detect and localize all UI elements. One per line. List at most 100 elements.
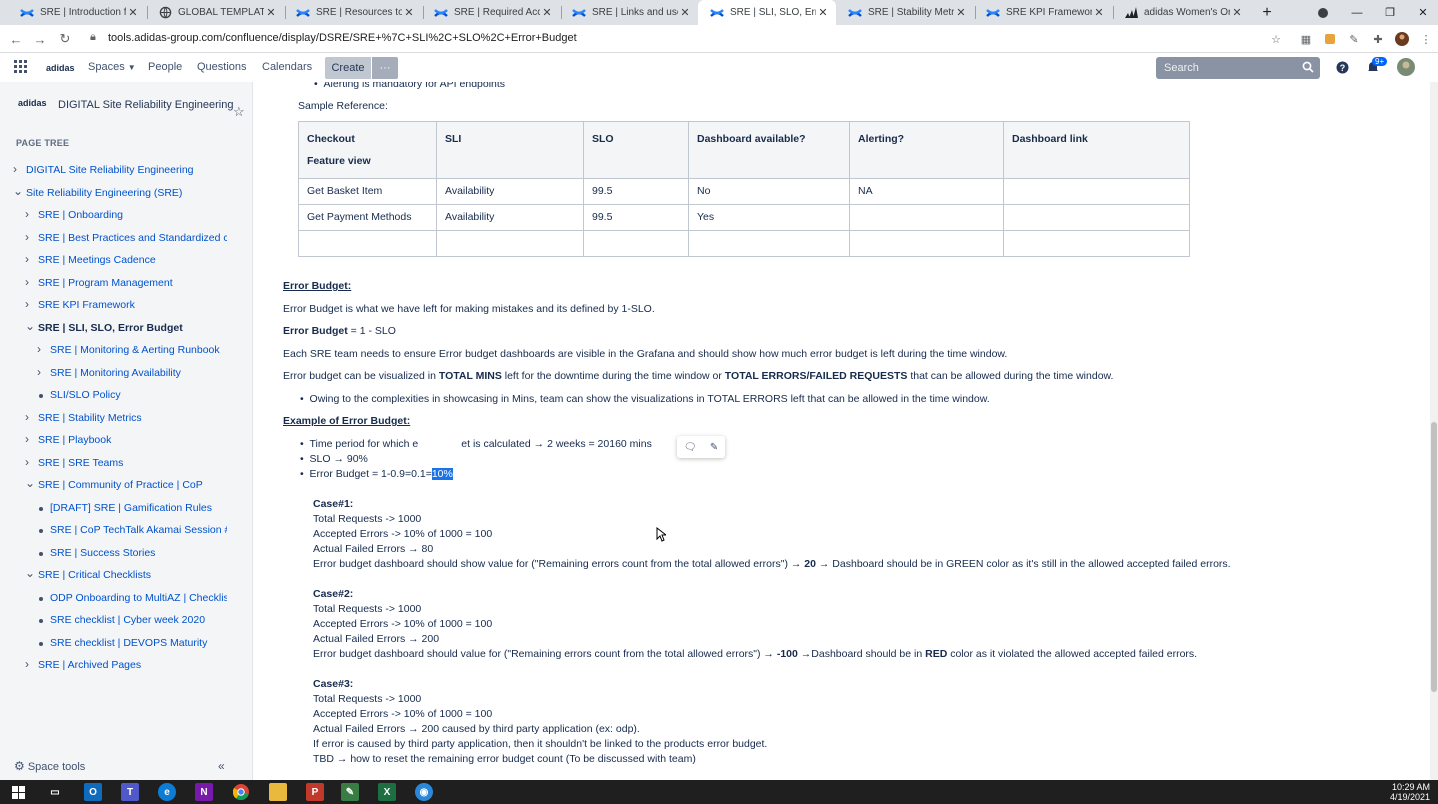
app-icon[interactable]: P [306,783,324,801]
close-icon[interactable]: ✕ [126,6,140,19]
chevron-right-icon[interactable]: › [25,657,29,671]
new-tab-button[interactable]: + [1250,0,1284,25]
edge-icon[interactable]: e [158,783,176,801]
task-view-icon[interactable]: ▭ [46,783,64,801]
app-switcher-icon[interactable] [14,60,28,77]
chevron-right-icon[interactable]: › [25,432,29,446]
adidas-logo[interactable]: adidas [46,63,75,73]
sidebar-item[interactable]: SLI/SLO Policy [50,389,227,401]
chevron-right-icon[interactable]: › [25,230,29,244]
puzzle-icon[interactable]: ✚ [1370,31,1386,47]
browser-tab[interactable]: SRE | Introduction for ✕ [8,0,146,25]
sidebar-item[interactable]: SRE | Stability Metrics [38,412,227,424]
back-icon[interactable]: ← [6,29,26,49]
sidebar-item[interactable]: SRE | Monitoring Availability [50,367,227,379]
close-icon[interactable]: ✕ [1230,6,1244,19]
chevron-right-icon[interactable]: › [25,275,29,289]
nav-questions[interactable]: Questions [197,61,247,73]
browser-tab-active[interactable]: SRE | SLI, SLO, Error B ✕ [698,0,836,25]
sidebar-item[interactable]: SRE checklist | Cyber week 2020 [50,614,227,626]
browser-tab[interactable]: adidas Women's Origi ✕ [1112,0,1250,25]
sidebar-item[interactable]: [DRAFT] SRE | Gamification Rules [50,502,227,514]
sidebar-item[interactable]: SRE | Meetings Cadence [38,254,227,266]
onenote-icon[interactable]: N [195,783,213,801]
bookmark-star-icon[interactable]: ☆ [1268,31,1284,47]
excel-icon[interactable]: X [378,783,396,801]
create-more-button[interactable]: ··· [372,57,398,79]
highlight-icon[interactable]: ✎ [710,442,718,453]
profile-icon[interactable] [1306,0,1340,25]
chevron-right-icon[interactable]: › [25,207,29,221]
nav-people[interactable]: People [148,61,182,73]
sidebar-item[interactable]: SRE KPI Framework [38,299,227,311]
sidebar-item[interactable]: ODP Onboarding to MultiAZ | Checklis [50,592,227,604]
browser-tab[interactable]: SRE | Links and usefu ✕ [560,0,698,25]
chevron-down-icon[interactable]: ⌄ [25,319,35,333]
extension-icon[interactable]: ✎ [1346,31,1362,47]
chevron-right-icon[interactable]: › [37,365,41,379]
close-icon[interactable]: ✕ [954,6,968,19]
space-title[interactable]: DIGITAL Site Reliability Engineering [58,99,233,111]
close-icon[interactable]: ✕ [816,6,830,19]
sidebar-item[interactable]: SRE | Playbook [38,434,227,446]
chevron-right-icon[interactable]: › [25,297,29,311]
help-icon[interactable]: ? [1336,61,1349,77]
create-button[interactable]: Create [325,57,371,79]
close-icon[interactable]: ✕ [1092,6,1106,19]
collapse-sidebar-icon[interactable]: « [218,759,225,773]
menu-icon[interactable]: ⋮ [1418,31,1434,47]
app-icon[interactable]: ◉ [415,783,433,801]
search-input[interactable]: Search [1156,57,1320,79]
restore-button[interactable]: ❐ [1373,0,1407,25]
chrome-icon[interactable] [232,783,250,801]
chevron-down-icon[interactable]: ⌄ [13,184,23,198]
file-explorer-icon[interactable] [269,783,287,801]
windows-start-icon[interactable] [9,783,27,801]
chevron-down-icon[interactable]: ⌄ [25,476,35,490]
chevron-down-icon[interactable]: ⌄ [25,566,35,580]
user-avatar[interactable] [1397,58,1415,79]
sidebar-item[interactable]: SRE | Archived Pages [38,659,227,671]
sidebar-item[interactable]: SRE | CoP TechTalk Akamai Session #1 [50,524,227,536]
notepad-icon[interactable]: ✎ [341,783,359,801]
browser-tab[interactable]: SRE | Required Access ✕ [422,0,560,25]
teams-icon[interactable]: T [121,783,139,801]
reload-icon[interactable]: ↻ [55,29,75,49]
sidebar-item[interactable]: SRE | Success Stories [50,547,227,559]
close-icon[interactable]: ✕ [402,6,416,19]
close-icon[interactable]: ✕ [264,6,278,19]
sidebar-item[interactable]: SRE | Community of Practice | CoP [38,479,227,491]
sidebar-item[interactable]: SRE | Monitoring & Aerting Runbook [50,344,227,356]
sidebar-item[interactable]: SRE | SRE Teams [38,457,227,469]
chevron-right-icon[interactable]: › [13,162,17,176]
sidebar-item[interactable]: SRE | Critical Checklists [38,569,227,581]
url-field[interactable]: 🔒︎ tools.adidas-group.com/confluence/dis… [84,28,1294,50]
avatar[interactable] [1394,31,1410,47]
scrollbar-thumb[interactable] [1431,422,1437,692]
browser-tab[interactable]: GLOBAL TEMPLATE ✕ [146,0,284,25]
comment-icon[interactable]: 🗨︎ [684,442,697,453]
sidebar-item[interactable]: DIGITAL Site Reliability Engineering [26,164,227,176]
extension-icon[interactable]: ▦ [1298,31,1314,47]
chevron-right-icon[interactable]: › [37,342,41,356]
sidebar-item[interactable]: SRE checklist | DEVOPS Maturity [50,637,227,649]
extension-icon[interactable] [1322,31,1338,47]
star-icon[interactable]: ☆ [233,104,245,120]
system-clock[interactable]: 10:29 AM 4/19/2021 [1390,782,1430,802]
sidebar-item[interactable]: SRE | Onboarding [38,209,227,221]
close-icon[interactable]: ✕ [678,6,692,19]
chevron-right-icon[interactable]: › [25,410,29,424]
page-scrollbar[interactable] [1430,82,1438,780]
nav-spaces[interactable]: Spaces ▼ [88,61,136,73]
outlook-icon[interactable]: O [84,783,102,801]
close-icon[interactable]: ✕ [540,6,554,19]
sidebar-item[interactable]: SRE | Best Practices and Standardized co… [38,232,227,244]
close-window-button[interactable]: ✕ [1406,0,1438,25]
sidebar-item[interactable]: Site Reliability Engineering (SRE) [26,187,227,199]
browser-tab[interactable]: SRE | Resources to und ✕ [284,0,422,25]
minimize-button[interactable]: — [1340,0,1374,25]
space-tools-button[interactable]: ⚙ Space tools [14,759,85,773]
selected-text[interactable]: 10% [431,468,453,480]
chevron-right-icon[interactable]: › [25,455,29,469]
sidebar-item[interactable]: SRE | Program Management [38,277,227,289]
